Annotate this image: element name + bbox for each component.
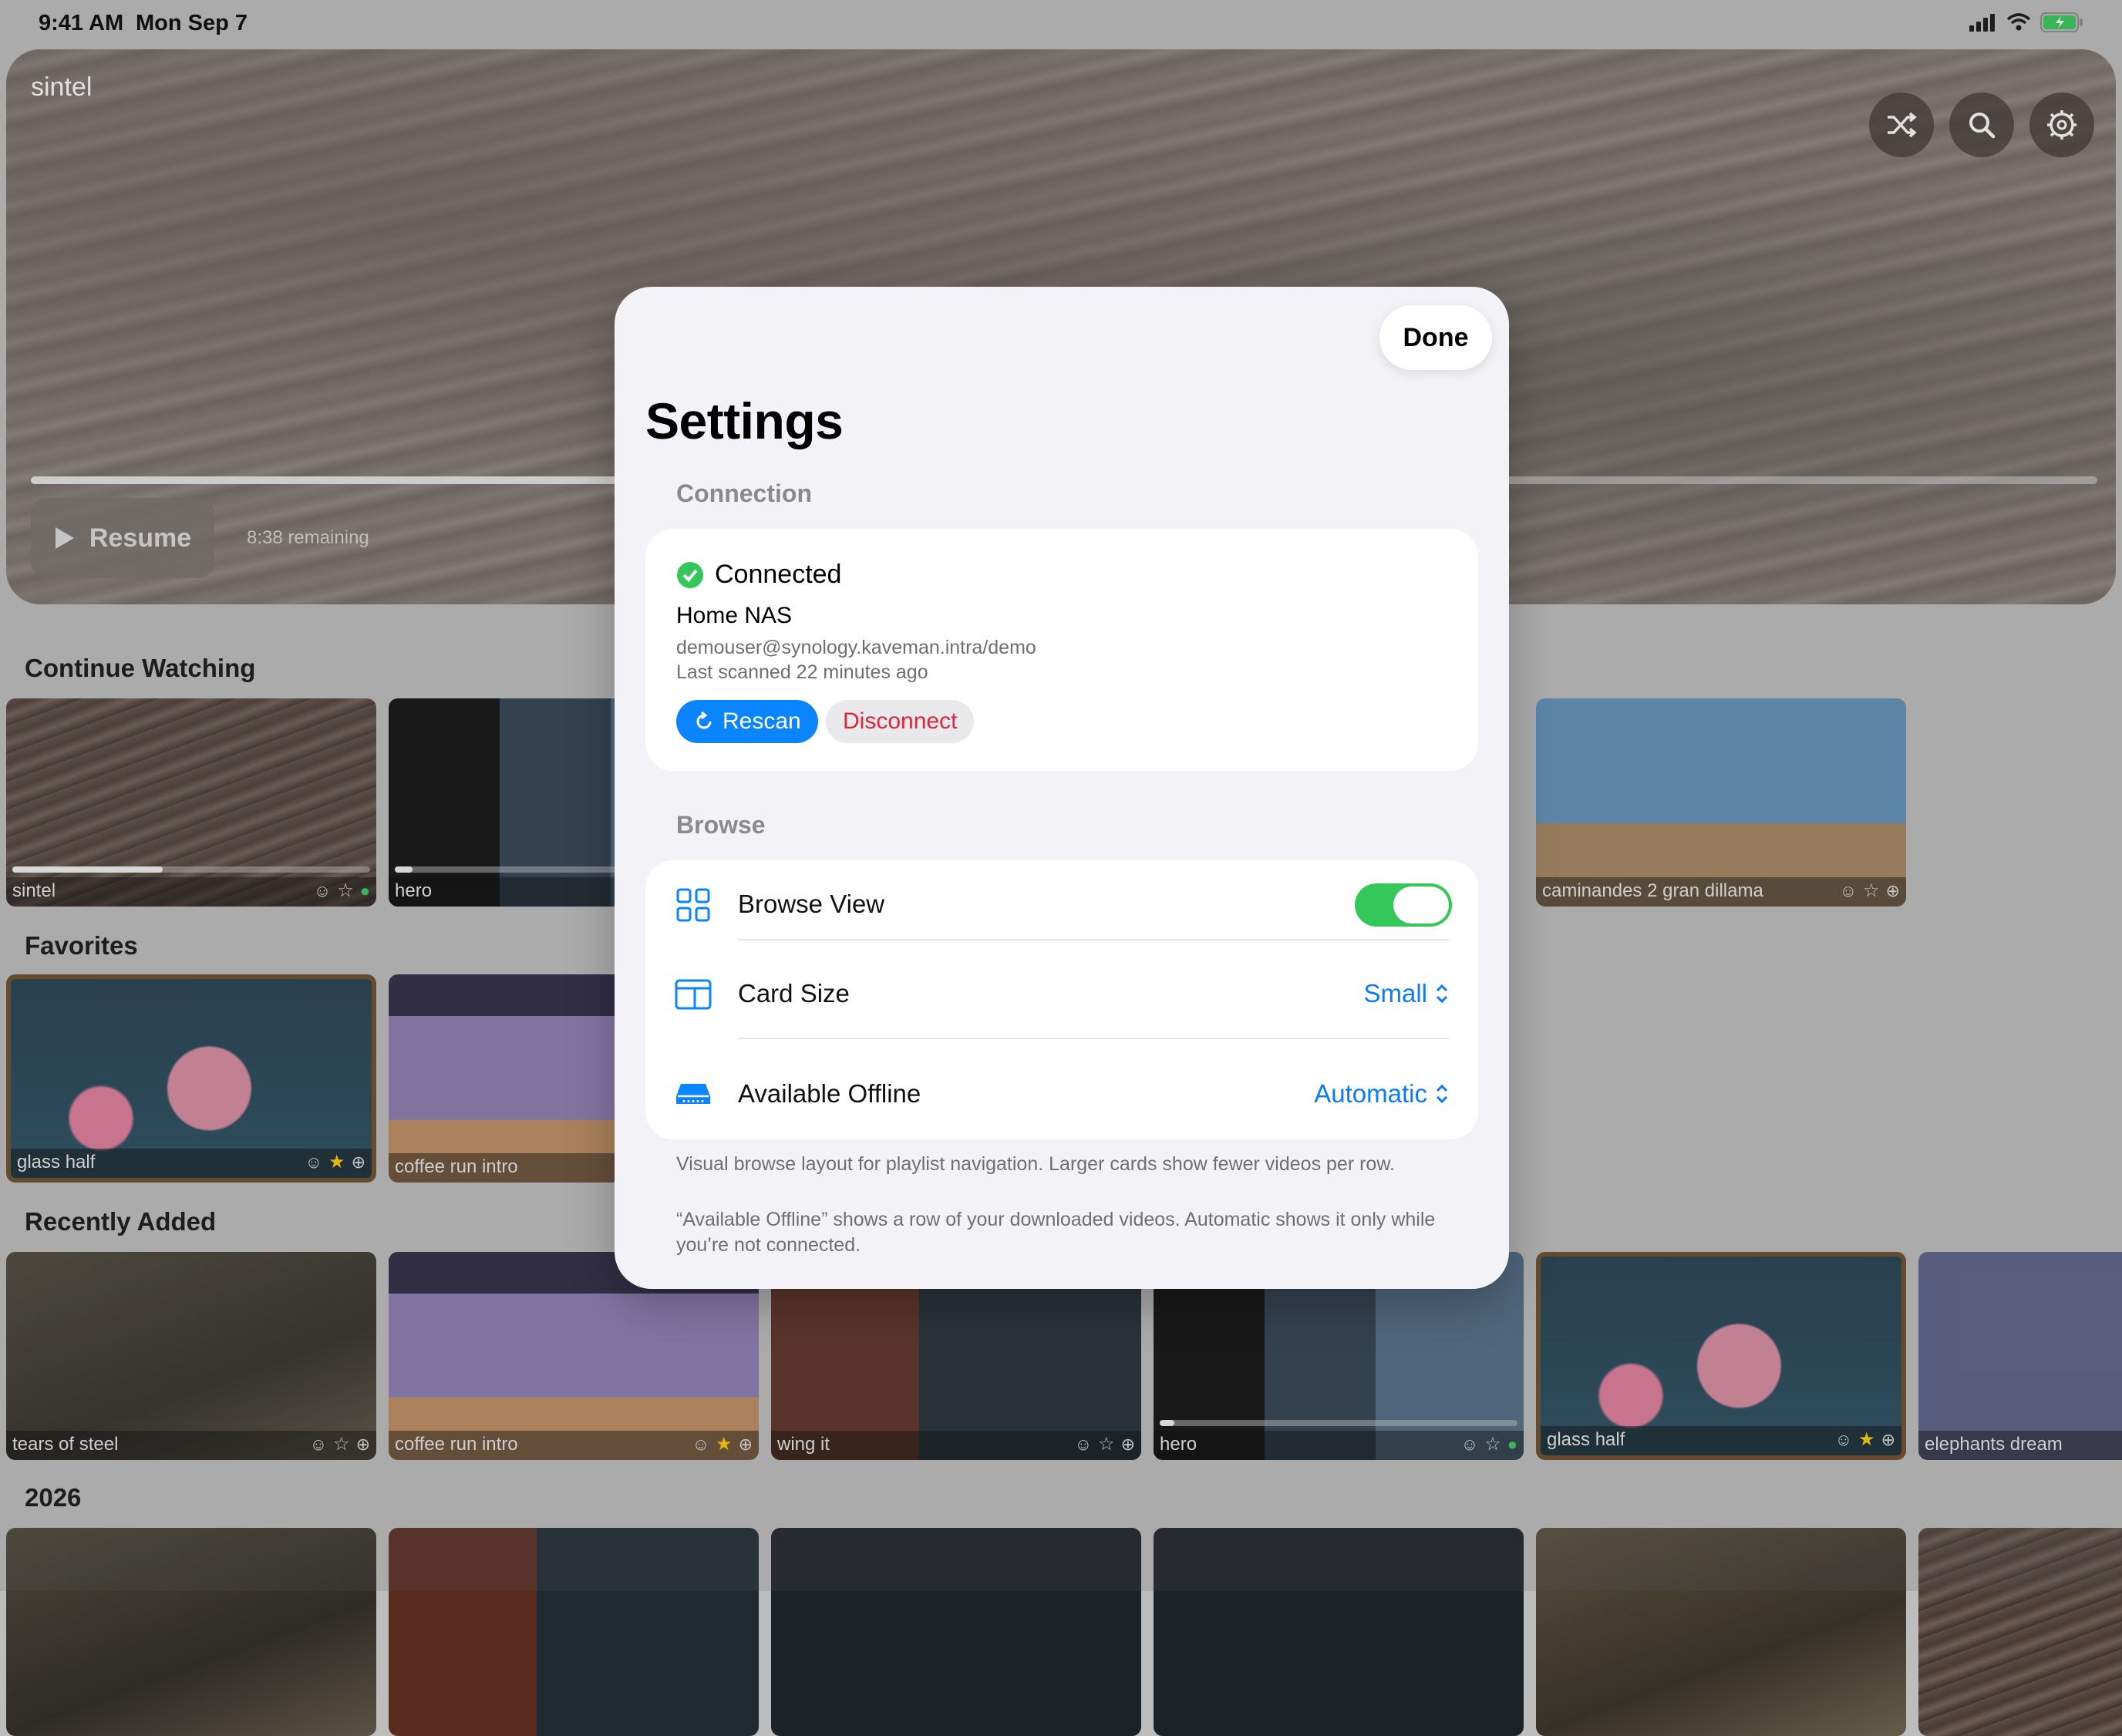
browse-view-toggle[interactable] [1355,883,1452,927]
card-size-label: Card Size [738,979,850,1008]
browse-footnote-1: Visual browse layout for playlist naviga… [676,1153,1395,1175]
last-scanned: Last scanned 22 minutes ago [676,661,928,683]
section-header-connection: Connection [676,479,812,507]
card-layout-icon [675,979,712,1010]
connection-status: Connected [676,560,841,590]
disconnect-button[interactable]: Disconnect [826,700,975,743]
rescan-label: Rescan [722,708,801,734]
section-header-browse: Browse [676,811,766,839]
connection-status-label: Connected [715,560,842,589]
card-size-value: Small [1363,979,1427,1008]
browse-footnote-2: “Available Offline” shows a row of your … [676,1209,1436,1256]
rescan-button[interactable]: Rescan [676,700,818,743]
page-title: Settings [645,392,844,449]
connection-group: Connected Home NAS demouser@synology.kav… [645,529,1478,771]
server-address: demouser@synology.kaveman.intra/demo [676,637,1036,658]
offline-drive-icon [676,1084,710,1104]
browse-group: Browse View Card Size Small Available Of… [645,860,1478,1139]
refresh-icon [696,711,712,729]
available-offline-value: Automatic [1314,1079,1427,1108]
settings-sheet: Done Settings Connection Connected Home … [615,287,1509,1289]
card-size-row[interactable]: Card Size Small [645,950,1478,1039]
card-size-picker[interactable]: Small [1363,979,1449,1008]
chevron-up-down-icon [1436,984,1448,1004]
chevron-up-down-icon [1436,1084,1448,1104]
available-offline-label: Available Offline [738,1079,921,1108]
browse-view-row[interactable]: Browse View [645,860,1478,950]
done-button[interactable]: Done [1379,305,1492,370]
grid-icon [676,888,710,922]
checkmark-circle-icon [677,561,703,588]
available-offline-row[interactable]: Available Offline Automatic [645,1050,1478,1139]
available-offline-picker[interactable]: Automatic [1314,1079,1449,1109]
server-name: Home NAS [676,603,793,628]
browse-view-label: Browse View [738,890,885,918]
